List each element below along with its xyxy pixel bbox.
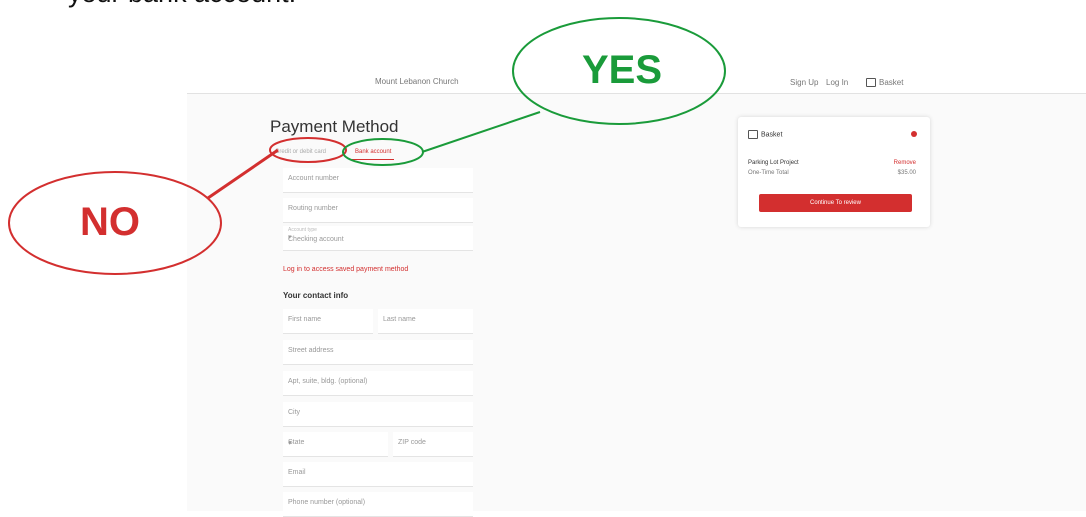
no-annotation-label: NO (80, 200, 140, 244)
no-connector-line (207, 148, 279, 200)
annotation-overlay (8, 17, 726, 275)
yes-annotation-label: YES (582, 48, 663, 92)
yes-target-ellipse (342, 138, 424, 166)
no-target-ellipse (269, 137, 347, 163)
yes-connector-line (421, 111, 541, 153)
